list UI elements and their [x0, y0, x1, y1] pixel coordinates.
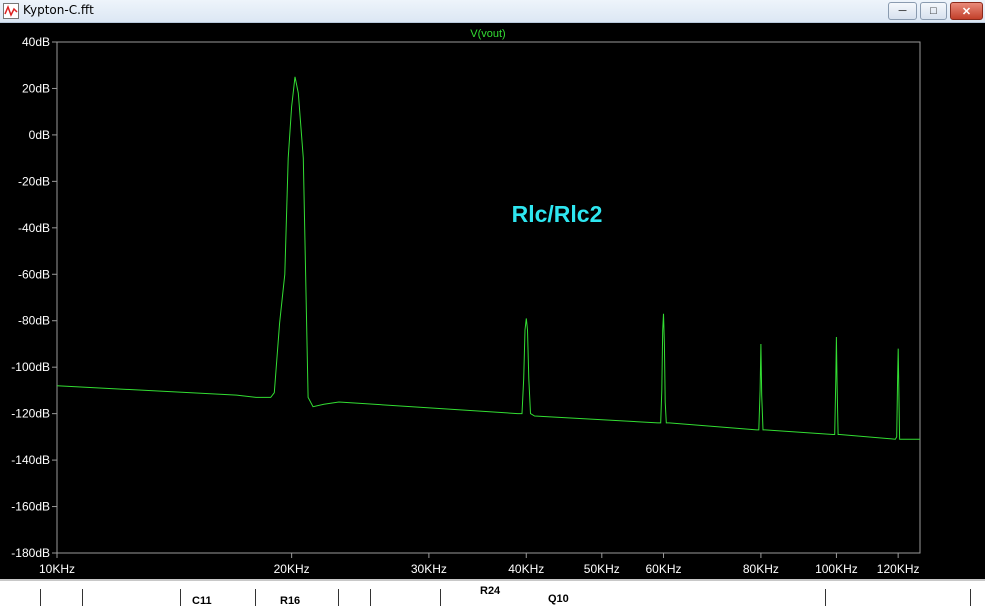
y-tick-label: -80dB — [18, 314, 50, 328]
trace-label[interactable]: V(vout) — [470, 28, 505, 40]
y-tick-label: -100dB — [11, 360, 50, 374]
y-tick-label: -160dB — [11, 500, 50, 514]
y-tick-label: -140dB — [11, 453, 50, 467]
annotation-text: Rlc/Rlc2 — [512, 201, 603, 227]
schematic-wire — [440, 589, 441, 606]
y-tick-label: -120dB — [11, 407, 50, 421]
waveform-app-icon — [3, 3, 19, 19]
schematic-label: R24 — [480, 585, 501, 597]
schematic-wire — [82, 589, 83, 606]
close-icon: ✕ — [961, 5, 972, 18]
y-tick-label: -20dB — [18, 174, 50, 188]
x-tick-label: 10KHz — [39, 562, 75, 576]
minimize-icon: ─ — [898, 5, 907, 17]
x-tick-label: 120KHz — [877, 562, 920, 576]
fft-chart[interactable]: 40dB 20dB 0dB -20dB -40dB -60dB -80dB -100dB -12… — [0, 23, 985, 579]
x-tick-label: 30KHz — [411, 562, 447, 576]
x-tick-label: 50KHz — [584, 562, 620, 576]
y-tick-label: -40dB — [18, 221, 50, 235]
schematic-wire — [825, 589, 826, 606]
close-button[interactable]: ✕ — [950, 2, 983, 20]
y-tick-label: 20dB — [22, 81, 50, 95]
x-tick-label: 80KHz — [743, 562, 779, 576]
x-tick-label: 40KHz — [508, 562, 544, 576]
maximize-icon: □ — [930, 5, 937, 17]
schematic-wire — [970, 589, 971, 606]
schematic-label: Q10 — [548, 593, 569, 605]
y-tick-label: 0dB — [29, 128, 50, 142]
y-tick-label: -180dB — [11, 546, 50, 560]
schematic-wire — [180, 589, 181, 606]
window-title: Kypton-C.fft — [23, 3, 94, 17]
plot-area[interactable]: 40dB 20dB 0dB -20dB -40dB -60dB -80dB -100dB -12… — [0, 23, 985, 579]
y-tick-label: 40dB — [22, 35, 50, 49]
x-tick-label: 20KHz — [274, 562, 310, 576]
plot-frame — [56, 41, 921, 554]
maximize-button[interactable]: □ — [920, 2, 947, 20]
x-tick-label: 60KHz — [646, 562, 682, 576]
window-titlebar: Kypton-C.fft ─ □ ✕ — [0, 0, 985, 23]
schematic-wire — [370, 589, 371, 606]
trace-vout — [56, 76, 920, 440]
schematic-wire — [255, 589, 256, 606]
schematic-wire — [40, 589, 41, 606]
schematic-label: R16 — [280, 595, 301, 607]
x-tick-label: 100KHz — [815, 562, 858, 576]
y-axis: 40dB 20dB 0dB -20dB -40dB -60dB -80dB -100dB -12… — [11, 35, 57, 560]
schematic-label: C11 — [192, 595, 212, 607]
y-tick-label: -60dB — [18, 267, 50, 281]
schematic-strip: C11 R16 R24 Q10 — [0, 579, 985, 607]
schematic-wire — [338, 589, 339, 606]
x-axis: 10KHz 20KHz 30KHz 40KHz 50KHz 60KHz 80KHz 100KH… — [39, 553, 920, 576]
minimize-button[interactable]: ─ — [888, 2, 917, 20]
